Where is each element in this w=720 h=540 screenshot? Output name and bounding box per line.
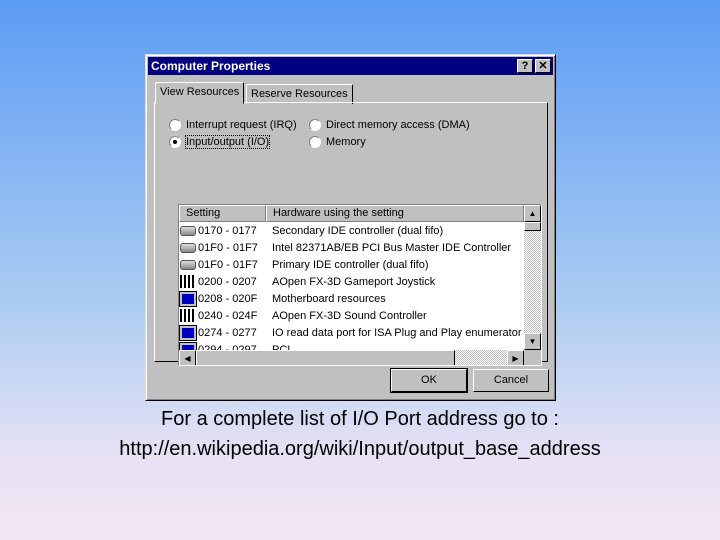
scroll-thumb-horizontal[interactable] (196, 350, 455, 365)
setting-cell: 0240 - 024F (198, 309, 258, 322)
radio-button[interactable] (169, 136, 181, 148)
computer-properties-dialog: Computer Properties ? ✕ View Resources R… (145, 54, 556, 401)
table-row[interactable]: 0274 - 0277 IO read data port for ISA Plu… (179, 324, 524, 341)
hardware-cell: AOpen FX-3D Gameport Joystick (272, 275, 436, 288)
title-bar: Computer Properties ? ✕ (148, 57, 553, 75)
joystick-icon (180, 309, 196, 322)
table-row[interactable]: 0200 - 0207 AOpen FX-3D Gameport Joystick (179, 273, 524, 290)
caption-line-1: For a complete list of I/O Port address … (161, 408, 559, 430)
hardware-cell: Primary IDE controller (dual fifo) (272, 258, 429, 271)
table-row[interactable]: 0208 - 020F Motherboard resources (179, 290, 524, 307)
setting-cell: 0274 - 0277 (198, 326, 257, 339)
vertical-scrollbar[interactable]: ▲ ▼ (524, 205, 541, 350)
ok-button[interactable]: OK (390, 368, 468, 393)
scroll-thumb[interactable] (524, 222, 541, 231)
radio-label: Interrupt request (IRQ) (186, 119, 297, 131)
scroll-down-button[interactable]: ▼ (524, 333, 541, 350)
radio-io[interactable]: Input/output (I/O) (169, 135, 271, 149)
help-button[interactable]: ? (517, 59, 533, 73)
tab-reserve-resources[interactable]: Reserve Resources (246, 84, 353, 104)
radio-label: Direct memory access (DMA) (326, 119, 470, 131)
computer-icon (179, 290, 197, 307)
setting-cell: 01F0 - 01F7 (198, 258, 258, 271)
radio-button[interactable] (309, 119, 321, 131)
close-button[interactable]: ✕ (535, 59, 551, 73)
table-row[interactable]: 01F0 - 01F7 Intel 82371AB/EB PCI Bus Mast… (179, 239, 524, 256)
table-row[interactable]: 0240 - 024F AOpen FX-3D Sound Controller (179, 307, 524, 324)
list-rows: 0170 - 0177 Secondary IDE controller (dua… (179, 222, 524, 350)
radio-dma[interactable]: Direct memory access (DMA) (309, 119, 470, 131)
joystick-icon (180, 275, 196, 288)
tab-panel: Interrupt request (IRQ) Input/output (I/… (154, 102, 548, 366)
column-header-setting[interactable]: Setting (179, 205, 266, 222)
hardware-cell: Secondary IDE controller (dual fifo) (272, 224, 444, 237)
setting-cell: 0170 - 0177 (198, 224, 257, 237)
hardware-cell: Motherboard resources (272, 292, 386, 305)
scroll-right-button[interactable]: ▶ (507, 350, 524, 365)
setting-cell: 0200 - 0207 (198, 275, 257, 288)
column-header-hardware[interactable]: Hardware using the setting (266, 205, 524, 222)
hardware-cell: Intel 82371AB/EB PCI Bus Master IDE Cont… (272, 241, 512, 254)
radio-button[interactable] (169, 119, 181, 131)
computer-icon (179, 341, 197, 350)
setting-cell: 0208 - 020F (198, 292, 258, 305)
horizontal-scrollbar[interactable]: ◀ ▶ (179, 350, 524, 365)
radio-irq[interactable]: Interrupt request (IRQ) (169, 119, 297, 131)
table-row[interactable]: 01F0 - 01F7 Primary IDE controller (dual … (179, 256, 524, 273)
resource-list[interactable]: Setting Hardware using the setting 0170 … (178, 204, 542, 366)
caption-url[interactable]: http://en.wikipedia.org/wiki/Input/outpu… (0, 438, 720, 461)
dialog-title: Computer Properties (151, 59, 271, 73)
computer-icon (179, 324, 197, 341)
radio-button[interactable] (309, 136, 321, 148)
radio-label: Input/output (I/O) (184, 135, 271, 149)
scrollbar-corner (524, 350, 541, 365)
table-row[interactable]: 0294 - 0297 PCI (179, 341, 524, 350)
radio-memory[interactable]: Memory (309, 136, 366, 148)
cancel-button[interactable]: Cancel (473, 369, 549, 392)
setting-cell: 01F0 - 01F7 (198, 241, 258, 254)
drive-icon (180, 242, 196, 253)
scroll-left-button[interactable]: ◀ (179, 350, 196, 365)
hardware-cell: AOpen FX-3D Sound Controller (272, 309, 427, 322)
drive-icon (180, 259, 196, 270)
table-row[interactable]: 0170 - 0177 Secondary IDE controller (dua… (179, 222, 524, 239)
scroll-up-button[interactable]: ▲ (524, 205, 541, 222)
radio-label: Memory (326, 136, 366, 148)
tab-view-resources[interactable]: View Resources (155, 82, 245, 104)
hardware-cell: IO read data port for ISA Plug and Play … (272, 326, 522, 339)
drive-icon (180, 225, 196, 236)
